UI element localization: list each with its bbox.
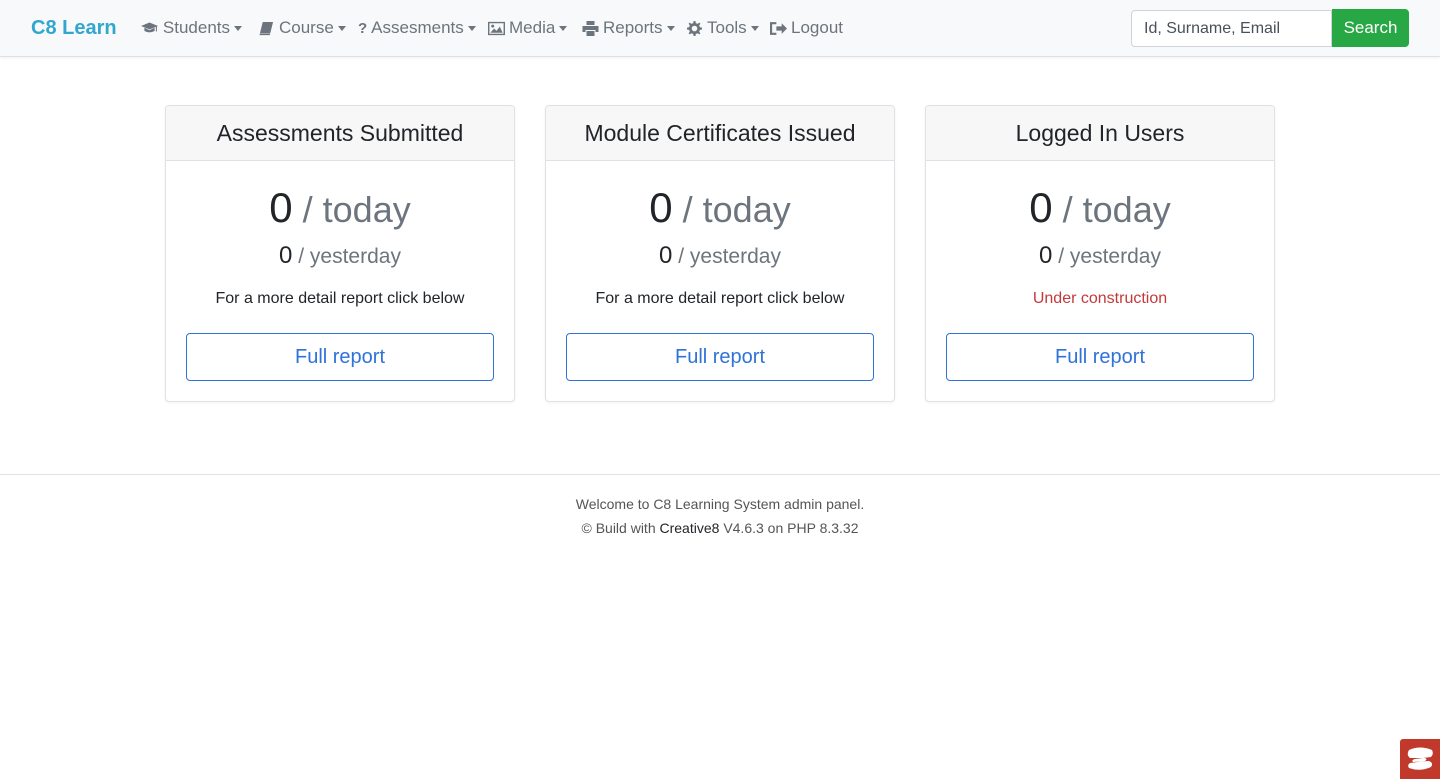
today-count: 0 <box>649 184 673 231</box>
main-nav: Students Course ? Assesments Media Repor… <box>140 17 858 39</box>
top-navbar: C8 Learn Students Course ? Assesments Me… <box>0 0 1440 57</box>
creative8-link[interactable]: Creative8 <box>660 520 720 536</box>
today-count: 0 <box>1029 184 1053 231</box>
chat-logo-icon <box>1407 747 1433 770</box>
nav-assesments-label: Assesments <box>371 18 464 37</box>
today-stat: 0 / today <box>546 186 894 232</box>
nav-students-label: Students <box>162 18 230 37</box>
today-stat: 0 / today <box>926 186 1274 232</box>
today-label: / today <box>1062 189 1171 230</box>
chevron-down-icon <box>337 26 346 31</box>
yesterday-count: 0 <box>1039 242 1053 269</box>
card-title: Assessments Submitted <box>166 106 514 161</box>
question-icon: ? <box>358 19 368 37</box>
footer-divider <box>0 474 1440 475</box>
card-module-certificates-issued: Module Certificates Issued 0 / today 0 /… <box>545 105 895 402</box>
card-assessments-submitted: Assessments Submitted 0 / today 0 / yest… <box>165 105 515 402</box>
yesterday-label: / yesterday <box>678 245 781 268</box>
nav-tools-label: Tools <box>707 18 747 37</box>
card-logged-in-users: Logged In Users 0 / today 0 / yesterday … <box>925 105 1275 402</box>
gear-icon <box>686 19 703 37</box>
today-stat: 0 / today <box>166 186 514 232</box>
yesterday-count: 0 <box>279 242 293 269</box>
help-widget-button[interactable] <box>1400 739 1440 779</box>
today-count: 0 <box>269 184 293 231</box>
graduation-cap-icon <box>140 19 159 37</box>
yesterday-stat: 0 / yesterday <box>166 242 514 271</box>
footer-version: V4.6.3 on PHP 8.3.32 <box>723 520 859 536</box>
card-title: Logged In Users <box>926 106 1274 161</box>
today-label: / today <box>302 189 411 230</box>
full-report-button[interactable]: Full report <box>946 333 1254 381</box>
nav-tools[interactable]: Tools <box>686 17 759 39</box>
chevron-down-icon <box>467 26 476 31</box>
nav-media[interactable]: Media <box>488 17 568 39</box>
nav-logout[interactable]: Logout <box>770 17 843 39</box>
nav-course[interactable]: Course <box>258 17 346 39</box>
nav-assesments[interactable]: ? Assesments <box>358 17 476 39</box>
image-icon <box>488 19 505 37</box>
nav-reports-label: Reports <box>603 18 663 37</box>
under-construction-note: Under construction <box>1032 290 1168 307</box>
nav-course-label: Course <box>279 18 334 37</box>
nav-students[interactable]: Students <box>140 17 242 39</box>
yesterday-count: 0 <box>659 242 673 269</box>
chevron-down-icon <box>666 26 675 31</box>
footer-build-prefix: © Build with <box>581 520 656 536</box>
chevron-down-icon <box>750 26 759 31</box>
yesterday-stat: 0 / yesterday <box>926 242 1274 271</box>
footer-welcome: Welcome to C8 Learning System admin pane… <box>575 496 865 512</box>
footer-build-info: © Build with Creative8 V4.6.3 on PHP 8.3… <box>0 519 1440 537</box>
brand-logo[interactable]: C8 Learn <box>31 15 117 41</box>
sign-out-icon <box>770 19 787 37</box>
nav-logout-label: Logout <box>791 18 843 37</box>
full-report-button[interactable]: Full report <box>186 333 494 381</box>
full-report-button[interactable]: Full report <box>566 333 874 381</box>
nav-media-label: Media <box>509 18 556 37</box>
search-button[interactable]: Search <box>1332 9 1409 47</box>
book-icon <box>258 19 275 37</box>
today-label: / today <box>682 189 791 230</box>
search-input[interactable] <box>1131 10 1332 47</box>
chevron-down-icon <box>234 26 242 31</box>
print-icon <box>582 19 599 37</box>
yesterday-label: / yesterday <box>298 245 401 268</box>
yesterday-label: / yesterday <box>1058 245 1161 268</box>
card-note: For a more detail report click below <box>595 290 845 307</box>
nav-reports[interactable]: Reports <box>582 17 675 39</box>
chevron-down-icon <box>559 26 568 31</box>
card-note: For a more detail report click below <box>215 290 465 307</box>
card-title: Module Certificates Issued <box>546 106 894 161</box>
yesterday-stat: 0 / yesterday <box>546 242 894 271</box>
